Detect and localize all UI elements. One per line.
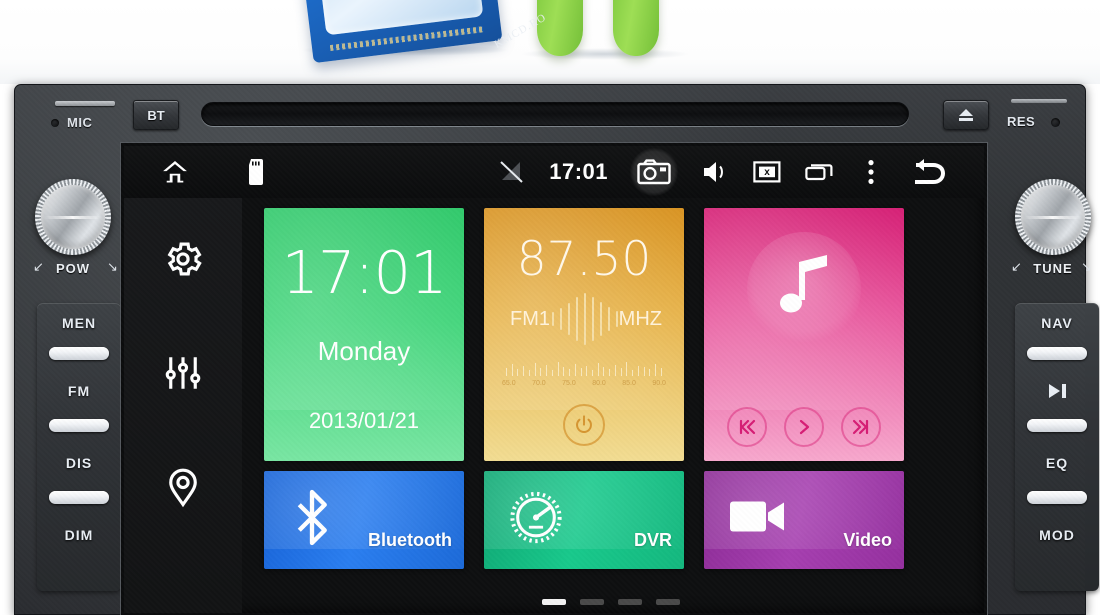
mic-slot bbox=[55, 101, 115, 106]
radio-waveform-icon bbox=[552, 291, 618, 347]
camera-icon[interactable] bbox=[630, 148, 678, 196]
clock-weekday: Monday bbox=[317, 336, 411, 366]
product-photo-strip: KMCD.RO bbox=[0, 0, 1100, 84]
res-label: RES bbox=[1007, 114, 1036, 129]
disc-slot[interactable] bbox=[201, 102, 909, 126]
tile-label-video: Video bbox=[843, 530, 892, 550]
tile-bluetooth[interactable]: Bluetooth bbox=[264, 471, 464, 569]
hw-button-fm-label: FM bbox=[67, 383, 91, 399]
eject-button[interactable] bbox=[943, 100, 989, 130]
tune-knob[interactable] bbox=[1015, 179, 1091, 255]
signal-off-icon bbox=[497, 157, 527, 187]
tile-clock[interactable]: 17:01 Monday 2013/01/21 bbox=[264, 208, 464, 461]
radio-power-button[interactable] bbox=[563, 404, 605, 446]
hw-button-nav[interactable] bbox=[1027, 347, 1087, 360]
hw-button-men-label: MEN bbox=[61, 315, 97, 331]
recents-icon[interactable] bbox=[804, 157, 834, 187]
radio-scale-ticks bbox=[506, 360, 662, 376]
page-dot[interactable] bbox=[618, 599, 642, 605]
radio-scale-labels: 65.0 70.0 75.0 80.0 85.0 90.0 bbox=[502, 380, 666, 387]
screen-off-icon[interactable]: x bbox=[752, 157, 782, 187]
radio-scale-label: 75.0 bbox=[562, 380, 576, 387]
reset-hole-icon[interactable] bbox=[1051, 118, 1060, 127]
hw-button-play-pause[interactable] bbox=[1027, 419, 1087, 432]
settings-gear-icon[interactable] bbox=[162, 238, 204, 280]
volume-icon[interactable] bbox=[700, 157, 730, 187]
power-volume-knob[interactable] bbox=[35, 179, 111, 255]
front-panel-top-row: MIC BT RES bbox=[15, 85, 1085, 147]
home-icon[interactable] bbox=[160, 157, 190, 187]
hw-button-mod-label: MOD bbox=[1039, 527, 1075, 543]
tile-video[interactable]: Video bbox=[704, 471, 904, 569]
radio-unit: MHZ bbox=[618, 308, 662, 330]
tile-radio[interactable]: 87.50 FM1 MHZ 65.0 70.0 75.0 80.0 85.0 9… bbox=[484, 208, 684, 461]
video-camera-icon bbox=[730, 499, 786, 542]
music-note-icon bbox=[747, 232, 861, 346]
home-tile-grid: 17:01 Monday 2013/01/21 87.50 FM1 MHZ 65… bbox=[254, 208, 968, 581]
mic-label: MIC bbox=[67, 115, 93, 130]
radio-scale-label: 90.0 bbox=[652, 380, 666, 387]
next-track-button[interactable] bbox=[841, 407, 882, 447]
tile-label-dvr: DVR bbox=[633, 530, 672, 550]
tune-knob-label: TUNE bbox=[1033, 261, 1073, 276]
photo-watermark: KMCD.RO bbox=[492, 11, 549, 51]
hw-button-men[interactable] bbox=[49, 347, 109, 360]
gauge-icon bbox=[510, 491, 562, 549]
right-button-column: NAV EQ MOD bbox=[1015, 303, 1099, 591]
play-button[interactable] bbox=[783, 407, 824, 447]
radio-band: FM1 bbox=[510, 308, 550, 330]
hw-button-dis[interactable] bbox=[49, 491, 109, 504]
radio-scale-label: 85.0 bbox=[622, 380, 636, 387]
bt-button[interactable]: BT bbox=[133, 100, 179, 130]
page-dot[interactable] bbox=[580, 599, 604, 605]
status-bar-clock: 17:01 bbox=[549, 159, 608, 184]
touchscreen[interactable]: 17:01 x 17:01 Monday 2013/01/21 87.50 FM… bbox=[121, 143, 987, 615]
eject-icon bbox=[958, 109, 974, 121]
mic-hole-icon bbox=[51, 119, 59, 127]
hw-button-eq-label: EQ bbox=[1045, 455, 1069, 471]
screenshot-root: KMCD.RO MIC BT RES ↙ ↘ POW ↙ ↘ TUNE MEN … bbox=[0, 0, 1100, 615]
svg-text:x: x bbox=[764, 167, 770, 178]
pow-knob-label: POW bbox=[55, 261, 91, 276]
clock-time: 17:01 bbox=[281, 238, 447, 307]
radio-scale-label: 80.0 bbox=[592, 380, 606, 387]
previous-track-button[interactable] bbox=[726, 407, 767, 447]
radio-scale-label: 65.0 bbox=[502, 380, 516, 387]
location-pin-icon[interactable] bbox=[162, 466, 204, 508]
left-button-column: MEN FM DIS DIM bbox=[37, 303, 121, 591]
hw-button-dis-label: DIS bbox=[65, 455, 93, 471]
hw-button-nav-label: NAV bbox=[1041, 315, 1073, 331]
res-slot bbox=[1011, 99, 1067, 103]
hw-button-fm[interactable] bbox=[49, 419, 109, 432]
radio-scale-label: 70.0 bbox=[532, 380, 546, 387]
hw-button-dim-label: DIM bbox=[64, 527, 94, 543]
back-icon[interactable] bbox=[908, 157, 948, 187]
bluetooth-icon bbox=[290, 489, 334, 551]
sd-card-icon[interactable] bbox=[242, 157, 272, 187]
hw-button-eq[interactable] bbox=[1027, 491, 1087, 504]
car-head-unit: MIC BT RES ↙ ↘ POW ↙ ↘ TUNE MEN FM DIS D… bbox=[14, 84, 1099, 615]
tile-dvr[interactable]: DVR bbox=[484, 471, 684, 569]
app-rail bbox=[124, 198, 242, 613]
page-dot[interactable] bbox=[542, 599, 566, 605]
music-controls bbox=[704, 407, 904, 447]
clock-date: 2013/01/21 bbox=[308, 408, 420, 433]
overflow-menu-icon[interactable] bbox=[856, 157, 886, 187]
radio-frequency: 87.50 bbox=[516, 232, 652, 287]
tile-label-bluetooth: Bluetooth bbox=[368, 530, 452, 550]
tile-music[interactable] bbox=[704, 208, 904, 461]
play-pause-icon bbox=[1015, 381, 1099, 401]
page-indicator[interactable] bbox=[254, 599, 968, 605]
page-dot[interactable] bbox=[656, 599, 680, 605]
android-status-bar: 17:01 x bbox=[124, 146, 984, 198]
equalizer-icon[interactable] bbox=[162, 352, 204, 394]
